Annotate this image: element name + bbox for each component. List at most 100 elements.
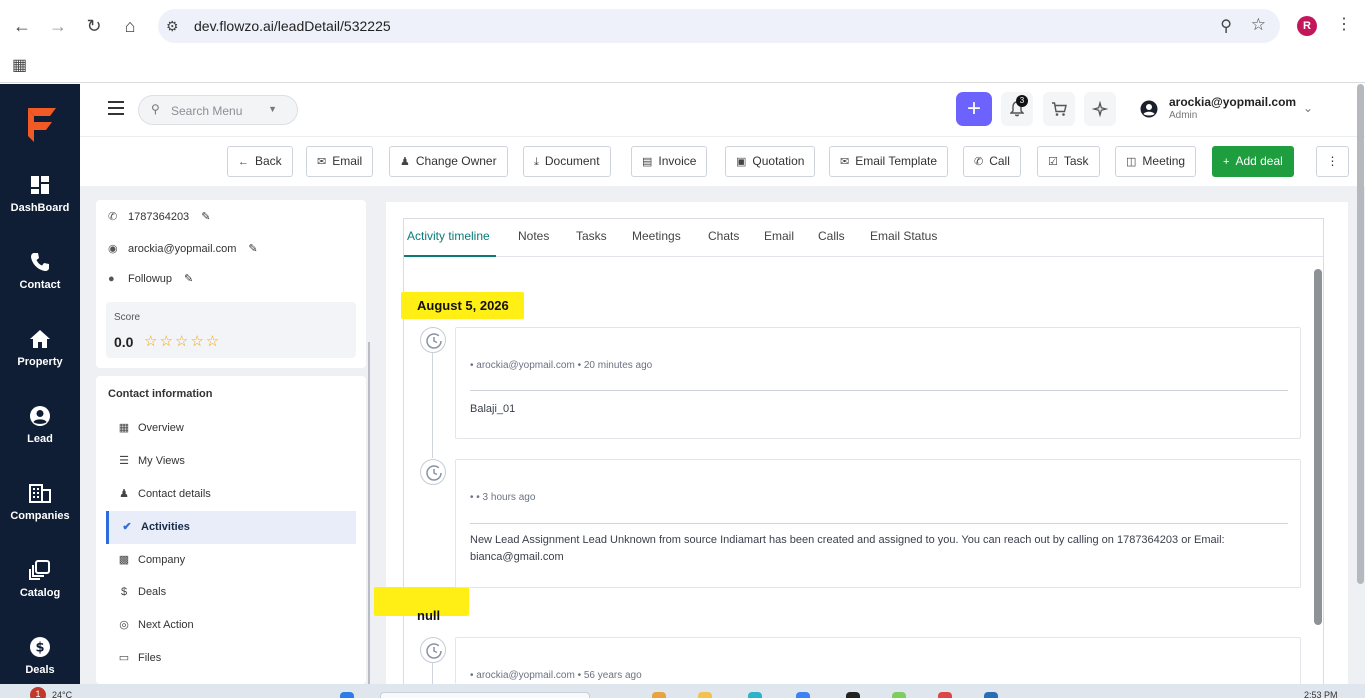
add-deal-button[interactable]: + Add deal	[1212, 146, 1294, 177]
site-settings-icon[interactable]: ⚙	[166, 18, 179, 35]
invoice-icon: ▤	[642, 156, 653, 168]
meeting-button[interactable]: ◫ Meeting	[1115, 146, 1197, 177]
browser-menu-icon[interactable]: ⋮	[1336, 14, 1352, 34]
sidebar-item-label: Deals	[25, 664, 55, 676]
edit-pencil-icon[interactable]: ✎	[184, 273, 193, 285]
invoice-label: Invoice	[658, 154, 697, 168]
timeline-entry[interactable]: • arockia@yopmail.com • 56 years ago	[455, 637, 1301, 684]
tab-email-status[interactable]: Email Status	[870, 229, 937, 243]
nav-item-deals[interactable]: $ Deals	[106, 576, 356, 609]
task-button[interactable]: ☑ Task	[1037, 146, 1100, 177]
sidebar-item-contact[interactable]: Contact	[0, 251, 80, 315]
person-icon: ♟	[400, 156, 410, 168]
document-button[interactable]: ⤓ Document	[523, 146, 611, 177]
edge-app-icon[interactable]	[748, 692, 762, 698]
address-bar[interactable]: ⚙ dev.flowzo.ai/leadDetail/532225 ⚲ ☆	[158, 9, 1280, 43]
sparkle-icon	[1091, 100, 1109, 118]
app-header: ⚲ Search Menu ▼ + 3 arockia@yopmail.com …	[80, 84, 1365, 136]
explorer-app-icon[interactable]	[698, 692, 712, 698]
profile-avatar[interactable]: R	[1297, 16, 1317, 36]
cart-button[interactable]	[1043, 92, 1075, 126]
entry-meta: • arockia@yopmail.com • 20 minutes ago	[470, 360, 653, 371]
left-panel-scrollbar[interactable]	[368, 342, 370, 684]
edit-pencil-icon[interactable]: ✎	[201, 211, 210, 223]
timeline-date-header: August 5, 2026	[417, 298, 509, 313]
timeline-scrollbar[interactable]	[1314, 269, 1322, 625]
weather-badge[interactable]: 1	[30, 687, 46, 698]
nav-item-my-views[interactable]: ☰ My Views	[106, 445, 356, 478]
home-icon[interactable]: ⌂	[118, 14, 142, 38]
email-template-button[interactable]: ✉ Email Template	[829, 146, 949, 177]
nav-item-company[interactable]: ▩ Company	[106, 544, 356, 577]
chevron-down-icon[interactable]: ⌄	[1303, 101, 1313, 115]
tab-calls[interactable]: Calls	[818, 229, 845, 243]
quotation-button[interactable]: ▣ Quotation	[725, 146, 816, 177]
windows-start-icon[interactable]	[340, 692, 354, 698]
folder-icon: ▭	[118, 652, 130, 664]
search-menu-input[interactable]: ⚲ Search Menu ▼	[138, 95, 298, 125]
sidebar-item-label: Property	[17, 356, 63, 368]
flowzo-logo[interactable]	[24, 106, 58, 144]
chrome-app-icon[interactable]	[938, 692, 952, 698]
quick-add-button[interactable]: +	[956, 92, 992, 126]
edit-pencil-icon[interactable]: ✎	[248, 243, 257, 255]
rating-stars[interactable]: ☆☆☆☆☆	[144, 332, 221, 350]
tab-meetings[interactable]: Meetings	[632, 229, 681, 243]
nav-item-overview[interactable]: ▦ Overview	[106, 412, 356, 445]
app-icon[interactable]	[892, 692, 906, 698]
tab-notes[interactable]: Notes	[518, 229, 549, 243]
tab-chats[interactable]: Chats	[708, 229, 739, 243]
page-scrollbar[interactable]	[1357, 84, 1364, 584]
envelope-icon: ✉	[840, 156, 850, 168]
nav-item-files[interactable]: ▭ Files	[106, 642, 356, 675]
tab-activity-timeline[interactable]: Activity timeline	[407, 229, 490, 243]
tab-tasks[interactable]: Tasks	[576, 229, 607, 243]
lead-action-toolbar: ← Back ✉ Email ♟ Change Owner ⤓ Document ▤ In…	[80, 136, 1365, 186]
url-text[interactable]: dev.flowzo.ai/leadDetail/532225	[194, 18, 391, 34]
more-actions-button[interactable]: ⋮	[1316, 146, 1349, 177]
ai-sparkle-button[interactable]	[1084, 92, 1116, 126]
zoom-icon[interactable]: ⚲	[1220, 16, 1232, 36]
back-button[interactable]: ← Back	[227, 146, 293, 177]
timeline-entry[interactable]: • • 3 hours ago New Lead Assignment Lead…	[455, 459, 1301, 588]
person-icon: ♟	[119, 488, 129, 500]
tab-email[interactable]: Email	[764, 229, 794, 243]
dollar-icon: $	[120, 586, 128, 598]
email-button[interactable]: ✉ Email	[306, 146, 374, 177]
app-icon[interactable]	[846, 692, 860, 698]
hamburger-menu-icon[interactable]	[108, 101, 124, 115]
sidebar-item-label: DashBoard	[10, 202, 70, 214]
building-icon	[29, 484, 51, 503]
invoice-button[interactable]: ▤ Invoice	[631, 146, 708, 177]
timeline-entry[interactable]: • arockia@yopmail.com • 20 minutes ago B…	[455, 327, 1301, 439]
sidebar-item-dashboard[interactable]: DashBoard	[0, 174, 80, 238]
store-app-icon[interactable]	[796, 692, 810, 698]
call-button[interactable]: ✆ Call	[963, 146, 1021, 177]
notifications-button[interactable]: 3	[1001, 92, 1033, 126]
score-box: Score 0.0 ☆☆☆☆☆	[106, 302, 356, 358]
nav-item-activities[interactable]: ✔ Activities	[106, 511, 356, 544]
apps-grid-icon[interactable]: ▦	[12, 55, 27, 75]
nav-item-next-action[interactable]: ◎ Next Action	[106, 609, 356, 642]
taskbar-search-box[interactable]	[380, 692, 590, 698]
sidebar-item-lead[interactable]: Lead	[0, 405, 80, 469]
change-owner-button[interactable]: ♟ Change Owner	[389, 146, 508, 177]
app-icon[interactable]	[984, 692, 998, 698]
os-taskbar: 1 24°C 2:53 PM	[0, 684, 1365, 698]
bookmark-star-icon[interactable]: ☆	[1251, 15, 1266, 35]
user-avatar-icon[interactable]	[1140, 100, 1158, 118]
back-arrow-icon[interactable]: ←	[10, 14, 34, 38]
phone-value: 1787364203	[128, 211, 190, 223]
sidebar-item-property[interactable]: Property	[0, 328, 80, 392]
user-email[interactable]: arockia@yopmail.com	[1169, 95, 1296, 109]
clock-icon	[420, 459, 446, 485]
folder-app-icon[interactable]	[652, 692, 666, 698]
nav-item-contact-details[interactable]: ♟ Contact details	[106, 478, 356, 511]
reload-icon[interactable]: ↻	[82, 14, 106, 38]
forward-arrow-icon[interactable]: →	[46, 14, 70, 38]
email-template-label: Email Template	[855, 154, 938, 168]
sidebar-item-companies[interactable]: Companies	[0, 482, 80, 546]
sidebar-item-catalog[interactable]: Catalog	[0, 559, 80, 623]
phone-row: ✆ 1787364203 ✎	[108, 210, 210, 223]
phone-icon: ✆	[974, 156, 984, 168]
